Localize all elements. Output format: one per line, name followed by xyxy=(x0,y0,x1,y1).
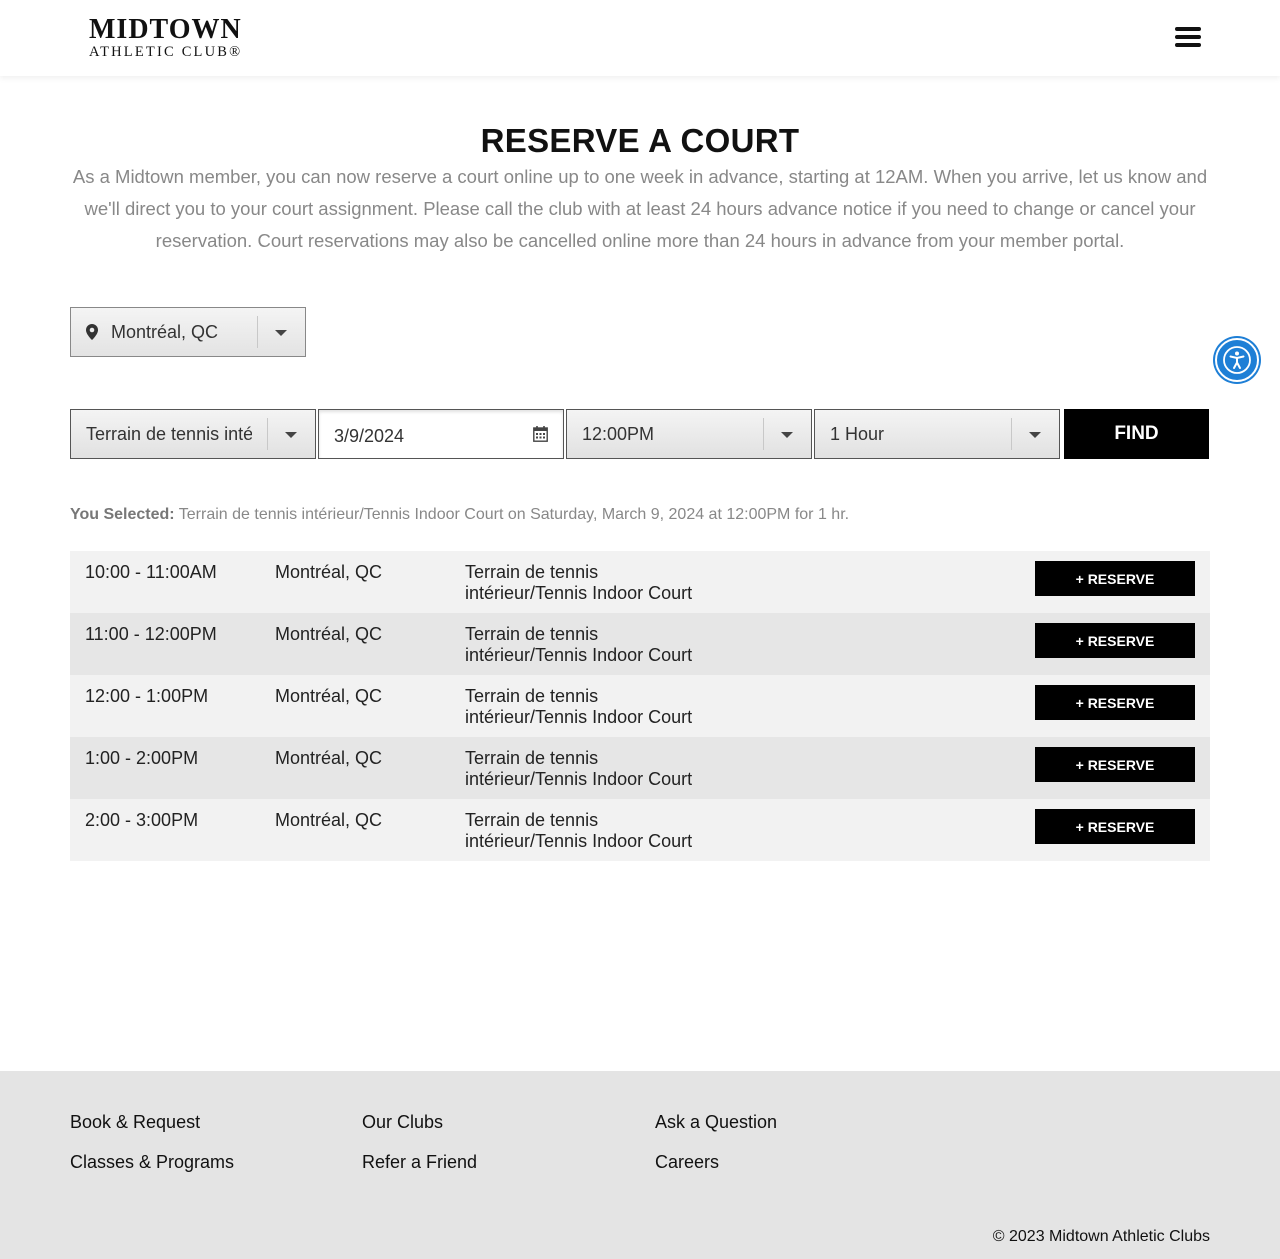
page-title: RESERVE A COURT xyxy=(480,122,800,159)
chevron-down-icon xyxy=(285,432,297,438)
slot-location: Montréal, QC xyxy=(275,810,383,830)
intro-text: As a Midtown member, you can now reserve… xyxy=(72,166,1208,251)
court-type-select[interactable]: Terrain de tennis intérieur/Tennis Indoo… xyxy=(70,409,316,459)
copyright-text: © 2023 Midtown Athletic Clubs xyxy=(992,1228,1210,1245)
slot-location: Montréal, QC xyxy=(275,686,383,706)
select-divider xyxy=(257,316,258,348)
reserve-button[interactable]: + RESERVE xyxy=(1035,685,1195,720)
accessibility-button[interactable] xyxy=(1215,338,1259,382)
duration-select[interactable]: 1 Hour xyxy=(814,409,1060,459)
table-row: 11:00 - 12:00PM Montréal, QC Terrain de … xyxy=(70,613,1210,675)
site-header: MIDTOWN ATHLETIC CLUB® xyxy=(0,0,1280,76)
date-input[interactable]: 3/9/2024 xyxy=(318,409,564,459)
slot-time: 11:00 - 12:00PM xyxy=(85,624,217,644)
slot-location: Montréal, QC xyxy=(275,624,383,644)
court-type-value: Terrain de tennis intérieur/Tennis Indoo… xyxy=(86,424,252,444)
table-row: 10:00 - 11:00AM Montréal, QC Terrain de … xyxy=(70,551,1210,613)
time-select[interactable]: 12:00PM xyxy=(566,409,812,459)
reserve-button[interactable]: + RESERVE xyxy=(1035,623,1195,658)
map-pin-icon xyxy=(86,324,98,340)
select-divider xyxy=(267,418,268,450)
time-value: 12:00PM xyxy=(582,424,655,444)
reserve-button[interactable]: + RESERVE xyxy=(1035,809,1195,844)
reserve-button[interactable]: + RESERVE xyxy=(1035,747,1195,782)
results-table: 10:00 - 11:00AM Montréal, QC Terrain de … xyxy=(70,551,1210,861)
chevron-down-icon xyxy=(1029,432,1041,438)
table-row: 1:00 - 2:00PM Montréal, QC Terrain de te… xyxy=(70,737,1210,799)
slot-court: Terrain de tennis intérieur/Tennis Indoo… xyxy=(465,748,693,789)
summary-label: You Selected: xyxy=(70,506,175,523)
table-row: 2:00 - 3:00PM Montréal, QC Terrain de te… xyxy=(70,799,1210,861)
slot-court: Terrain de tennis intérieur/Tennis Indoo… xyxy=(465,562,693,603)
select-divider xyxy=(763,418,764,450)
location-value: Montréal, QC xyxy=(111,322,219,342)
location-select[interactable]: Montréal, QC xyxy=(70,307,306,357)
footer-link-ask-question[interactable]: Ask a Question xyxy=(655,1112,777,1133)
slot-location: Montréal, QC xyxy=(275,748,383,768)
logo-subtitle: ATHLETIC CLUB® xyxy=(89,44,243,60)
footer-link-classes-programs[interactable]: Classes & Programs xyxy=(70,1152,234,1173)
slot-time: 10:00 - 11:00AM xyxy=(85,562,217,582)
chevron-down-icon xyxy=(275,330,287,336)
slot-court: Terrain de tennis intérieur/Tennis Indoo… xyxy=(465,624,693,665)
hamburger-menu-icon[interactable] xyxy=(1175,27,1201,51)
footer-link-our-clubs[interactable]: Our Clubs xyxy=(362,1112,443,1133)
duration-value: 1 Hour xyxy=(830,424,885,444)
calendar-icon[interactable] xyxy=(533,426,548,442)
logo-wordmark: MIDTOWN xyxy=(89,14,242,45)
find-button[interactable]: FIND xyxy=(1064,409,1209,459)
select-divider xyxy=(1011,418,1012,450)
table-row: 12:00 - 1:00PM Montréal, QC Terrain de t… xyxy=(70,675,1210,737)
slot-court: Terrain de tennis intérieur/Tennis Indoo… xyxy=(465,686,693,727)
selection-summary: You Selected: Terrain de tennis intérieu… xyxy=(70,506,849,524)
slot-time: 12:00 - 1:00PM xyxy=(85,686,209,706)
footer-link-book-request[interactable]: Book & Request xyxy=(70,1112,200,1133)
reserve-button[interactable]: + RESERVE xyxy=(1035,561,1195,596)
slot-time: 2:00 - 3:00PM xyxy=(85,810,199,830)
accessibility-icon xyxy=(1223,346,1251,374)
slot-time: 1:00 - 2:00PM xyxy=(85,748,199,768)
slot-location: Montréal, QC xyxy=(275,562,383,582)
footer-link-refer-friend[interactable]: Refer a Friend xyxy=(362,1152,477,1173)
date-value: 3/9/2024 xyxy=(334,426,405,446)
slot-court: Terrain de tennis intérieur/Tennis Indoo… xyxy=(465,810,693,851)
chevron-down-icon xyxy=(781,432,793,438)
summary-text: Terrain de tennis intérieur/Tennis Indoo… xyxy=(174,506,850,523)
midtown-logo[interactable]: MIDTOWN ATHLETIC CLUB® xyxy=(89,14,243,61)
footer-link-careers[interactable]: Careers xyxy=(655,1152,719,1173)
site-footer: Book & Request Classes & Programs Our Cl… xyxy=(0,1071,1280,1259)
